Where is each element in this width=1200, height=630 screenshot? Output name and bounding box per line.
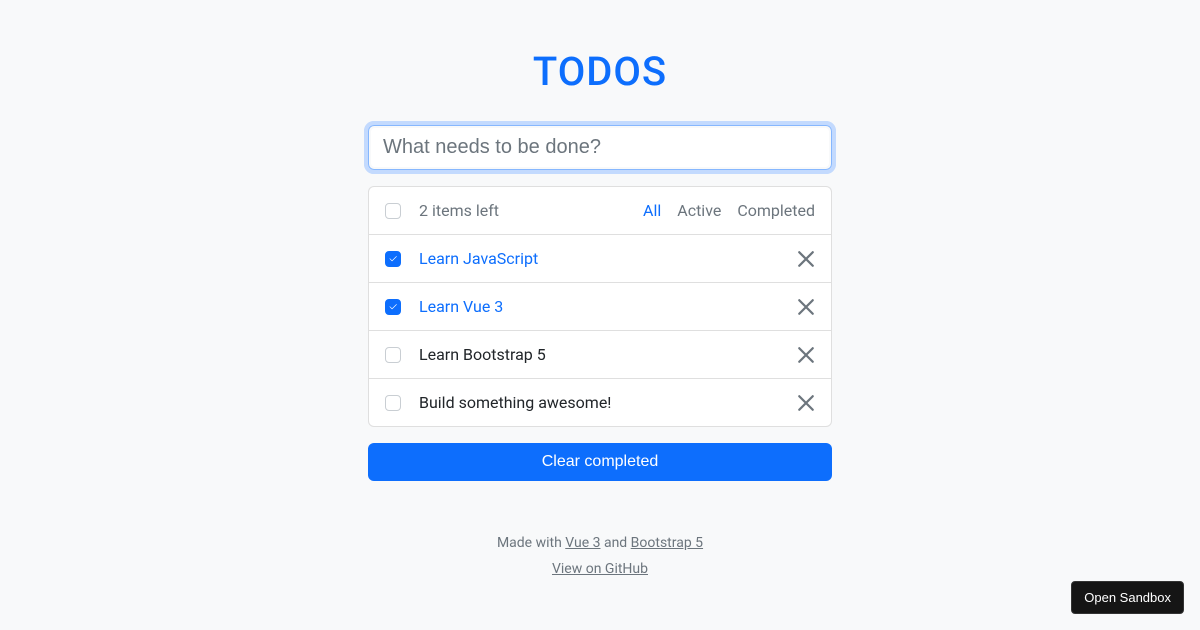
todo-checkbox[interactable] <box>385 251 401 267</box>
vue-link[interactable]: Vue 3 <box>565 535 600 551</box>
new-todo-input-wrap <box>368 125 832 170</box>
open-sandbox-button[interactable]: Open Sandbox <box>1071 581 1184 614</box>
todo-row: Learn JavaScript <box>369 235 831 283</box>
toggle-all-checkbox[interactable] <box>385 203 401 219</box>
filter-group: All Active Completed <box>643 201 815 220</box>
todo-label[interactable]: Build something awesome! <box>419 393 797 412</box>
footer-text: and <box>600 535 630 551</box>
todo-row: Learn Vue 3 <box>369 283 831 331</box>
close-icon[interactable] <box>797 250 815 268</box>
list-header: 2 items left All Active Completed <box>369 187 831 235</box>
filter-all[interactable]: All <box>643 201 661 220</box>
items-left-label: 2 items left <box>419 201 643 220</box>
clear-completed-button[interactable]: Clear completed <box>368 443 832 481</box>
close-icon[interactable] <box>797 394 815 412</box>
close-icon[interactable] <box>797 298 815 316</box>
footer-text: Made with <box>497 535 565 551</box>
filter-completed[interactable]: Completed <box>737 201 815 220</box>
todo-checkbox[interactable] <box>385 347 401 363</box>
todo-checkbox[interactable] <box>385 395 401 411</box>
filter-active[interactable]: Active <box>677 201 721 220</box>
github-link[interactable]: View on GitHub <box>552 561 648 577</box>
todo-checkbox[interactable] <box>385 299 401 315</box>
page-title: TODOS <box>368 48 832 95</box>
new-todo-input[interactable] <box>371 128 829 167</box>
todo-list-card: 2 items left All Active Completed Learn … <box>368 186 832 427</box>
close-icon[interactable] <box>797 346 815 364</box>
todo-row: Learn Bootstrap 5 <box>369 331 831 379</box>
footer: Made with Vue 3 and Bootstrap 5 View on … <box>368 535 832 577</box>
todo-label[interactable]: Learn Bootstrap 5 <box>419 345 797 364</box>
todo-label[interactable]: Learn Vue 3 <box>419 297 797 316</box>
bootstrap-link[interactable]: Bootstrap 5 <box>631 535 703 551</box>
todo-row: Build something awesome! <box>369 379 831 426</box>
todo-label[interactable]: Learn JavaScript <box>419 249 797 268</box>
